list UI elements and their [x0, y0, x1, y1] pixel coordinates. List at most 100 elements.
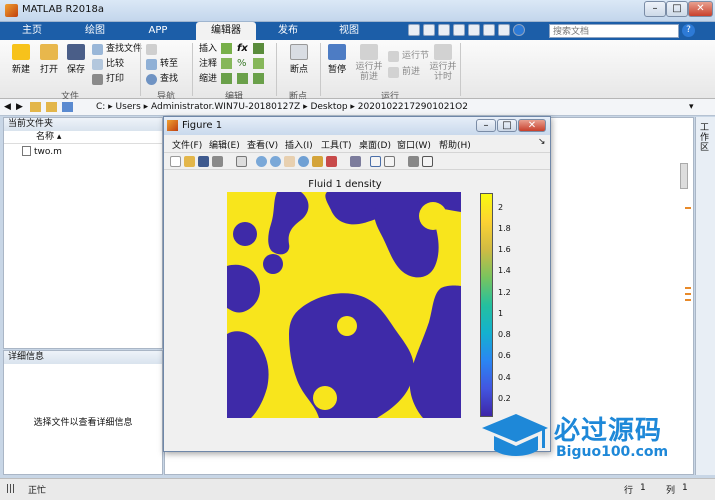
workspace-tab[interactable]: 工作区: [700, 123, 710, 153]
menu-insert[interactable]: 插入(I): [285, 138, 313, 151]
print-button[interactable]: 打印: [92, 73, 124, 86]
warning-marker[interactable]: [685, 207, 691, 209]
switch-window-quick-icon[interactable]: [498, 24, 510, 36]
zoom-in-icon[interactable]: [256, 156, 267, 167]
zoom-out-icon[interactable]: [270, 156, 281, 167]
tab-plots[interactable]: 绘图: [70, 22, 120, 40]
save-figure-icon[interactable]: [198, 156, 209, 167]
cut-quick-icon[interactable]: [423, 24, 435, 36]
link-plot-icon[interactable]: [350, 156, 361, 167]
current-path[interactable]: C: ▸ Users ▸ Administrator.WIN7U-2018012…: [96, 102, 468, 112]
save-quick-icon[interactable]: [408, 24, 420, 36]
menu-edit[interactable]: 编辑(E): [209, 138, 240, 151]
chevron-down-icon[interactable]: ▾: [689, 102, 694, 112]
rotate-icon[interactable]: [298, 156, 309, 167]
insert-button[interactable]: 插入: [197, 43, 217, 56]
scrollbar-thumb[interactable]: [680, 163, 688, 189]
cursor-icon[interactable]: [236, 156, 247, 167]
tab-publish[interactable]: 发布: [266, 22, 310, 40]
minimize-button[interactable]: –: [644, 1, 666, 17]
percent-icon[interactable]: %: [237, 58, 247, 69]
find-files-button[interactable]: 查找文件: [92, 43, 142, 56]
advance-button[interactable]: 前进: [388, 66, 420, 79]
back-forward-button[interactable]: [146, 43, 160, 56]
open-button[interactable]: 打开: [36, 44, 62, 75]
show-plot-tools-icon[interactable]: [422, 156, 433, 167]
decrease-indent-icon[interactable]: [253, 73, 264, 84]
dock-arrow-icon[interactable]: ↘: [538, 137, 546, 147]
forward-arrow-icon[interactable]: ▶: [16, 102, 23, 112]
back-arrow-icon[interactable]: ◀: [4, 102, 11, 112]
close-button[interactable]: ✕: [688, 1, 713, 17]
insert-fn-icon[interactable]: [253, 43, 264, 54]
root-folder-icon[interactable]: [62, 102, 73, 112]
density-heatmap[interactable]: [227, 192, 461, 418]
warning-marker[interactable]: [685, 287, 691, 289]
figure-minimize-button[interactable]: –: [476, 119, 496, 132]
m-file-icon: [22, 146, 31, 156]
quick-access-toolbar: [408, 24, 546, 38]
warning-marker[interactable]: [685, 299, 691, 301]
new-button[interactable]: 新建: [8, 44, 34, 75]
menu-file[interactable]: 文件(F): [172, 138, 202, 151]
pan-hand-icon[interactable]: [284, 156, 295, 167]
legend-icon[interactable]: [384, 156, 395, 167]
data-cursor-icon[interactable]: [312, 156, 323, 167]
comment-icon[interactable]: [221, 58, 232, 69]
hide-plot-tools-icon[interactable]: [408, 156, 419, 167]
figure-window[interactable]: Figure 1 – □ ✕ 文件(F) 编辑(E) 查看(V) 插入(I) 工…: [163, 116, 551, 452]
figure-maximize-button[interactable]: □: [497, 119, 517, 132]
paste-quick-icon[interactable]: [453, 24, 465, 36]
help-quick-icon[interactable]: [513, 24, 525, 36]
run-section-button[interactable]: 运行节: [388, 50, 429, 63]
tab-view[interactable]: 视图: [324, 22, 374, 40]
copy-quick-icon[interactable]: [438, 24, 450, 36]
indent-icon[interactable]: [221, 73, 232, 84]
save-button[interactable]: 保存: [64, 44, 88, 75]
run-section-icon: [388, 51, 399, 62]
tab-home[interactable]: 主页: [8, 22, 56, 40]
indent-button[interactable]: 缩进: [197, 73, 217, 86]
comment-button[interactable]: 注释: [197, 58, 217, 71]
run-advance-button[interactable]: 运行并 前进: [354, 44, 384, 82]
colorbar[interactable]: [480, 193, 493, 417]
warning-marker[interactable]: [685, 293, 691, 295]
menu-view[interactable]: 查看(V): [247, 138, 278, 151]
folder-up-icon[interactable]: [30, 102, 41, 112]
undo-quick-icon[interactable]: [468, 24, 480, 36]
file-item[interactable]: two.m: [22, 146, 62, 157]
insert-section-icon[interactable]: [221, 43, 232, 54]
brush-icon[interactable]: [326, 156, 337, 167]
colorbar-tick-label: 2: [498, 203, 504, 212]
uncomment-icon[interactable]: [253, 58, 264, 69]
maximize-button[interactable]: □: [666, 1, 688, 17]
figure-close-button[interactable]: ✕: [518, 119, 546, 132]
find-button[interactable]: 查找: [146, 73, 178, 86]
browse-folder-icon[interactable]: [46, 102, 57, 112]
help-icon[interactable]: ?: [682, 24, 695, 37]
goto-button[interactable]: 转至: [146, 58, 178, 71]
new-figure-icon[interactable]: [170, 156, 181, 167]
row-value: 1: [640, 483, 646, 493]
redo-quick-icon[interactable]: [483, 24, 495, 36]
menu-tools[interactable]: 工具(T): [321, 138, 352, 151]
menu-help[interactable]: 帮助(H): [439, 138, 471, 151]
compare-button[interactable]: 比较: [92, 58, 124, 71]
menu-desktop[interactable]: 桌面(D): [359, 138, 391, 151]
breakpoints-button[interactable]: 断点: [282, 44, 316, 75]
menu-window[interactable]: 窗口(W): [397, 138, 431, 151]
pause-button[interactable]: 暂停: [322, 44, 352, 75]
open-file-icon[interactable]: [184, 156, 195, 167]
colorbar-icon[interactable]: [370, 156, 381, 167]
run-time-button[interactable]: 运行并 计时: [428, 44, 458, 82]
search-docs-input[interactable]: [549, 24, 679, 38]
fx-icon[interactable]: fx: [237, 43, 248, 54]
print-figure-icon[interactable]: [212, 156, 223, 167]
name-column-header[interactable]: 名称 ▴: [4, 131, 162, 144]
tab-apps[interactable]: APP: [134, 22, 182, 40]
low-density-blob: [263, 254, 283, 274]
tab-editor[interactable]: 编辑器: [196, 22, 256, 40]
increase-indent-icon[interactable]: [237, 73, 248, 84]
colorbar-tick-label: 1.8: [498, 224, 511, 233]
row-label: 行: [624, 486, 634, 496]
